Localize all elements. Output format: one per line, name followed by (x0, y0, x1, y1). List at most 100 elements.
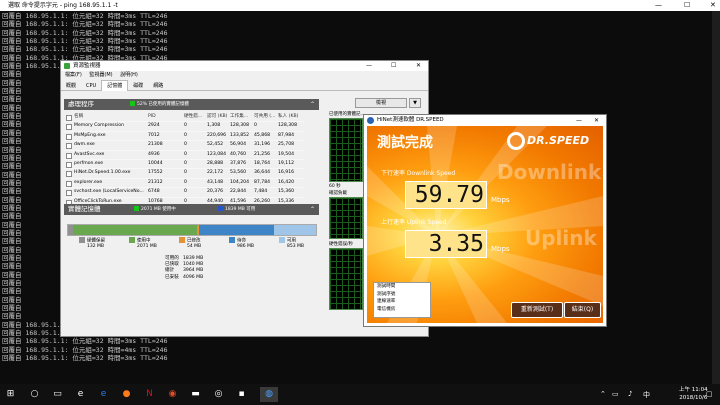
tab-memory[interactable]: 記憶體 (101, 80, 129, 91)
clock[interactable]: 上午 11:04 2018/10/6 (679, 386, 708, 402)
table-cell: 0 (254, 123, 257, 129)
column-header[interactable]: 硬性錯... (184, 113, 202, 121)
downlink-label: 下行速率 Downlink Speed (381, 170, 456, 177)
column-header[interactable]: 名稱 (74, 113, 83, 121)
table-cell: 15,360 (278, 189, 295, 195)
row-checkbox[interactable] (66, 190, 72, 197)
tab-overview[interactable]: 概觀 (61, 81, 81, 91)
legend-label: 待命 (237, 238, 246, 244)
table-cell: 28,888 (207, 160, 224, 166)
table-cell: explorer.exe (74, 179, 103, 185)
maximize-icon[interactable]: ☐ (391, 61, 396, 71)
column-header[interactable]: 私人 (KB) (278, 113, 298, 121)
row-checkbox[interactable] (66, 171, 72, 178)
edge-icon[interactable]: e (96, 387, 111, 402)
processes-section-header[interactable]: 處理程序 52% 已使用的實體記憶體 ⌃ (64, 99, 319, 110)
column-header[interactable]: 可共用 (... (254, 113, 275, 121)
table-cell: 18,764 (254, 160, 271, 166)
menu-help[interactable]: 說明(H) (120, 72, 138, 78)
netflix-icon[interactable]: N (142, 387, 157, 402)
row-checkbox[interactable] (66, 152, 72, 159)
resmon-titlebar[interactable]: 資源監視器 — ☐ ✕ (61, 61, 428, 71)
console-line: 回覆自 168.95.1.1: 位元組=32 時間=3ms TTL=246 (2, 337, 168, 346)
legend-value: 132 MB (87, 243, 104, 249)
minimize-icon[interactable]: — (655, 0, 662, 11)
table-row[interactable]: svchost.exe (LocalServiceNo... 6748 0 20,37… (64, 188, 304, 198)
logo-ring-icon (507, 132, 525, 150)
stat-value: 3964 MB (183, 268, 204, 274)
view-button[interactable]: 檢視 (355, 98, 407, 108)
close-icon[interactable]: ✕ (710, 0, 716, 11)
minimize-icon[interactable]: — (366, 61, 372, 71)
row-checkbox[interactable] (66, 133, 72, 140)
legend-swatch (129, 237, 135, 243)
firefox-icon[interactable]: ● (119, 387, 134, 402)
column-header[interactable]: 工作集... (230, 113, 248, 121)
chevron-up-icon[interactable]: ⌃ (310, 204, 315, 215)
downlink-watermark: Downlink (497, 160, 602, 184)
table-row[interactable]: MsMpEng.exe 7012 0 220,696 133,852 45,868 87,9… (64, 132, 304, 142)
menu-file[interactable]: 檔案(F) (65, 72, 82, 78)
console-line: 回覆自 168.95.1.1: 位元組=32 時間=3ms TTL=246 (2, 28, 168, 37)
resmon-title: 資源監視器 (73, 63, 101, 69)
table-cell: 1,308 (207, 123, 221, 129)
row-checkbox[interactable] (66, 143, 72, 150)
uplink-watermark: Uplink (525, 226, 597, 250)
uplink-value-box: 3.35 (405, 230, 487, 258)
table-cell: 2924 (148, 123, 160, 129)
table-cell: 87,984 (278, 132, 295, 138)
ie-icon[interactable]: e (73, 387, 88, 402)
task-view-icon[interactable]: ▭ (50, 387, 65, 402)
drspeed-window[interactable]: HiNet測速軟體 DR.SPEED — ✕ 測試完成 DR.SPEED Dow… (363, 114, 607, 327)
network-icon[interactable]: ▭ (612, 390, 619, 398)
physical-memory-title: 實體記憶體 (68, 205, 101, 213)
close-icon[interactable]: ✕ (416, 61, 421, 71)
row-checkbox[interactable] (66, 161, 72, 168)
drspeed-titlebar[interactable]: HiNet測速軟體 DR.SPEED — ✕ (364, 115, 606, 126)
hard-faults-graph (329, 248, 363, 310)
search-icon[interactable]: ○ (27, 387, 42, 402)
retest-button[interactable]: 重新測試(T) (511, 302, 563, 318)
notification-icon[interactable]: ▢ (706, 390, 713, 398)
volume-icon[interactable]: ♪ (628, 390, 632, 398)
table-row[interactable]: perfmon.exe 10044 0 28,888 37,876 18,764 19,11… (64, 160, 304, 170)
chevron-down-icon[interactable]: ▼ (409, 98, 421, 108)
chevron-up-icon[interactable]: ⌃ (600, 390, 606, 398)
table-row[interactable]: dwm.exe 21308 0 52,452 56,904 31,196 25,708 (64, 141, 304, 151)
tab-disk[interactable]: 磁碟 (128, 81, 148, 91)
taskbar: ⊞ ○ ▭ e e ● N ◉ ▬ ◎ ▪ ▤ ◍ ⌃ ▭ ♪ 中 上午 11:… (0, 384, 720, 405)
legend-value: 2071 MB (137, 243, 157, 249)
hinet-app-icon (367, 117, 374, 124)
column-header[interactable]: 認可 (KB) (207, 113, 227, 121)
table-row[interactable]: explorer.exe 21312 0 43,148 104,204 87,784 16,… (64, 179, 304, 189)
drspeed-taskbar-icon[interactable]: ◍ (260, 387, 278, 402)
row-checkbox[interactable] (66, 180, 72, 187)
drspeed-result-panel: 測試完成 DR.SPEED Downlink 下行速率 Downlink Spe… (367, 126, 603, 323)
resmon-tabs: 概觀 CPU 記憶體 磁碟 網路 (61, 80, 428, 91)
table-row[interactable]: Memory Compression 2924 0 1,308 128,308 0 128,… (64, 122, 304, 132)
exit-button[interactable]: 結束(Q) (564, 302, 601, 318)
table-cell: 7,484 (254, 189, 268, 195)
menu-monitor[interactable]: 監視器(M) (89, 72, 112, 78)
chevron-up-icon[interactable]: ⌃ (310, 99, 315, 110)
physical-memory-header[interactable]: 實體記憶體 2071 MB 使用中 1839 MB 可用 ⌃ (64, 204, 319, 215)
folder-icon[interactable]: ▬ (188, 387, 203, 402)
app-icon[interactable]: ◎ (211, 387, 226, 402)
chrome-icon[interactable]: ◉ (165, 387, 180, 402)
column-header[interactable]: PID (148, 113, 156, 121)
language-icon[interactable]: 中 (643, 390, 650, 400)
console-titlebar[interactable]: 選取 命令提示字元 - ping 168.95.1.1 -t — ☐ ✕ (0, 0, 720, 11)
minimize-icon[interactable]: — (576, 115, 582, 126)
table-row[interactable]: HiNet.Dr.Speed.1.00.exe 17552 0 22,172 53,56… (64, 169, 304, 179)
cmd-icon[interactable]: ▪ (234, 387, 249, 402)
select-all-checkbox[interactable] (66, 115, 72, 121)
row-checkbox[interactable] (66, 124, 72, 131)
stat-value: 1839 MB (183, 256, 204, 261)
table-row[interactable]: AvastSvc.exe 4936 0 123,084 40,760 21,256 19,5… (64, 151, 304, 160)
console-scrollbar[interactable] (712, 11, 720, 384)
maximize-icon[interactable]: ☐ (684, 0, 690, 11)
close-icon[interactable]: ✕ (594, 115, 599, 126)
tab-cpu[interactable]: CPU (81, 81, 101, 91)
tab-network[interactable]: 網路 (148, 81, 168, 91)
start-windows-icon[interactable]: ⊞ (3, 387, 18, 402)
